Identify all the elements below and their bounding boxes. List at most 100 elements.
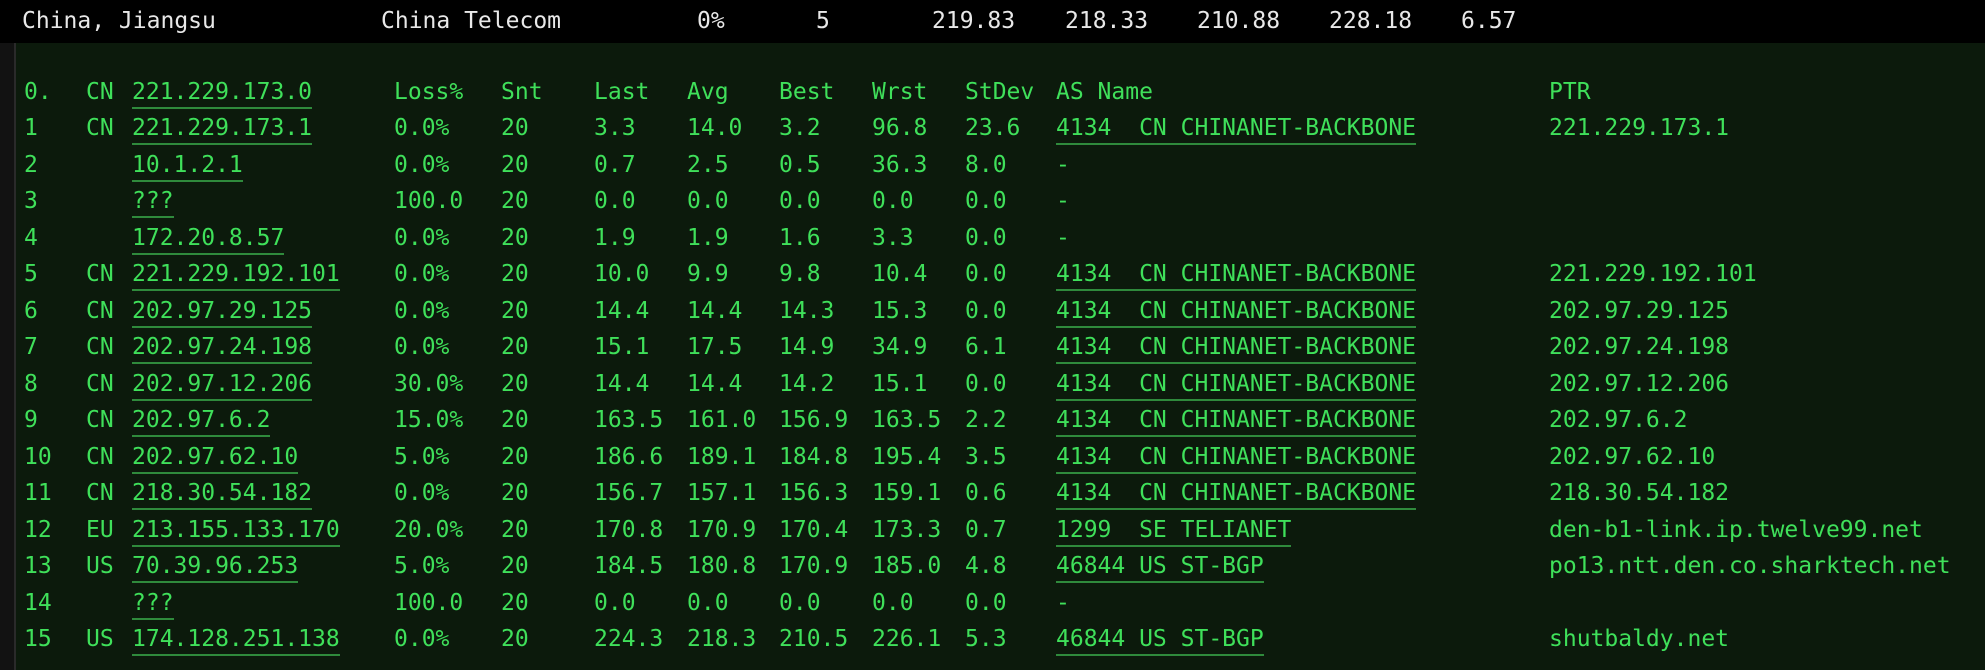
snt-cell: 20 — [501, 589, 529, 616]
snt-cell: 20 — [501, 516, 529, 543]
as-link[interactable]: 4134 CN CHINANET-BACKBONE — [1056, 478, 1417, 510]
ip-link[interactable]: 218.30.54.182 — [132, 478, 313, 510]
ptr-cell: den-b1-link.ip.twelve99.net — [1549, 516, 1923, 543]
country-code: CN — [86, 370, 114, 397]
snt-cell: 20 — [501, 370, 529, 397]
wrst-cell: 3.3 — [872, 224, 914, 251]
avg-cell: 14.4 — [687, 370, 743, 397]
avg-cell: 170.9 — [687, 516, 757, 543]
as-link[interactable]: 46844 US ST-BGP — [1056, 624, 1264, 656]
ip-link[interactable]: 202.97.24.198 — [132, 332, 313, 364]
hop-number: 1 — [24, 115, 38, 141]
table-row: 12 EU 213.155.133.170 20.0% 20 170.8 170.9 170.… — [16, 515, 1985, 551]
snt-cell: 20 — [501, 407, 529, 433]
loss-cell: 100.0 — [394, 188, 464, 214]
wrst-cell: 185.0 — [872, 553, 942, 579]
wrst-cell: 226.1 — [872, 626, 942, 652]
last-cell: 0.7 — [594, 151, 636, 178]
header-ip-link[interactable]: 221.229.173.0 — [132, 77, 313, 109]
table-row: 13 US 70.39.96.253 5.0% 20 184.5 180.8 170.9 185… — [16, 551, 1985, 587]
ip-link[interactable]: 202.97.12.206 — [132, 369, 313, 401]
as-link[interactable]: 4134 CN CHINANET-BACKBONE — [1056, 113, 1417, 145]
as-link[interactable]: 4134 CN CHINANET-BACKBONE — [1056, 259, 1417, 291]
last-cell: 14.4 — [594, 370, 650, 397]
country-code: CN — [86, 297, 114, 324]
ip-link[interactable]: 221.229.173.1 — [132, 113, 313, 145]
wrst-cell: 159.1 — [872, 480, 942, 506]
country-code: EU — [86, 516, 114, 543]
ip-link[interactable]: 221.229.192.101 — [132, 259, 340, 291]
wrst-cell: 0.0 — [872, 188, 914, 214]
as-link[interactable]: 4134 CN CHINANET-BACKBONE — [1056, 296, 1417, 328]
ip-link[interactable]: 202.97.62.10 — [132, 442, 299, 474]
hop-number: 11 — [24, 480, 52, 506]
ip-link[interactable]: 172.20.8.57 — [132, 223, 285, 255]
as-link[interactable]: 4134 CN CHINANET-BACKBONE — [1056, 442, 1417, 474]
avg-cell: 157.1 — [687, 480, 757, 506]
loss-cell: 0.0% — [394, 334, 450, 360]
ip-link[interactable]: 202.97.29.125 — [132, 296, 313, 328]
ip-link[interactable]: ??? — [132, 186, 174, 218]
as-link: - — [1056, 224, 1070, 251]
loss-cell: 5.0% — [394, 443, 450, 470]
ptr-cell: shutbaldy.net — [1549, 626, 1730, 652]
table-row: 1 CN 221.229.173.1 0.0% 20 3.3 14.0 3.2 96.8 23.6… — [16, 113, 1985, 149]
snt-cell: 20 — [501, 151, 529, 178]
snt-cell: 20 — [501, 224, 529, 251]
last-cell: 224.3 — [594, 626, 664, 652]
last-cell: 0.0 — [594, 589, 636, 616]
last-cell: 170.8 — [594, 516, 664, 543]
last-cell: 0.0 — [594, 188, 636, 214]
wrst-cell: 10.4 — [872, 261, 928, 287]
wrst-cell: 15.3 — [872, 297, 928, 324]
summary-loss: 0% — [697, 8, 725, 34]
wrst-cell: 96.8 — [872, 115, 928, 141]
stdev-cell: 5.3 — [965, 626, 1007, 652]
ptr-cell: 202.97.24.198 — [1549, 334, 1730, 360]
ip-link[interactable]: 174.128.251.138 — [132, 624, 340, 656]
ip-link[interactable]: 10.1.2.1 — [132, 150, 243, 182]
ip-link[interactable]: ??? — [132, 588, 174, 620]
stdev-cell: 0.0 — [965, 589, 1007, 616]
as-link[interactable]: 4134 CN CHINANET-BACKBONE — [1056, 369, 1417, 401]
as-link[interactable]: 1299 SE TELIANET — [1056, 515, 1292, 547]
loss-cell: 0.0% — [394, 151, 450, 178]
ip-link[interactable]: 213.155.133.170 — [132, 515, 340, 547]
ptr-cell: 202.97.62.10 — [1549, 443, 1716, 470]
ip-link[interactable]: 202.97.6.2 — [132, 405, 271, 437]
best-cell: 14.3 — [779, 297, 835, 324]
hop-number: 8 — [24, 370, 38, 397]
best-cell: 156.9 — [779, 407, 849, 433]
loss-cell: 0.0% — [394, 626, 450, 652]
ip-link[interactable]: 70.39.96.253 — [132, 551, 299, 583]
header-avg: Avg — [687, 79, 729, 105]
last-cell: 1.9 — [594, 224, 636, 251]
country-code: CN — [86, 334, 114, 360]
header-best: Best — [779, 79, 835, 105]
ptr-cell: 202.97.6.2 — [1549, 407, 1688, 433]
wrst-cell: 195.4 — [872, 443, 942, 470]
loss-cell: 30.0% — [394, 370, 464, 397]
snt-cell: 20 — [501, 553, 529, 579]
best-cell: 3.2 — [779, 115, 821, 141]
snt-cell: 20 — [501, 115, 529, 141]
avg-cell: 161.0 — [687, 407, 757, 433]
snt-cell: 20 — [501, 261, 529, 287]
country-code: US — [86, 626, 114, 652]
avg-cell: 218.3 — [687, 626, 757, 652]
table-row: 5 CN 221.229.192.101 0.0% 20 10.0 9.9 9.8 10.4 0.… — [16, 259, 1985, 295]
best-cell: 1.6 — [779, 224, 821, 251]
summary-best: 210.88 — [1197, 8, 1281, 34]
stdev-cell: 8.0 — [965, 151, 1007, 178]
as-link[interactable]: 4134 CN CHINANET-BACKBONE — [1056, 405, 1417, 437]
best-cell: 156.3 — [779, 480, 849, 506]
as-link[interactable]: 46844 US ST-BGP — [1056, 551, 1264, 583]
stdev-cell: 0.6 — [965, 480, 1007, 506]
stdev-cell: 23.6 — [965, 115, 1021, 141]
header-cc: CN — [86, 79, 114, 105]
loss-cell: 0.0% — [394, 224, 450, 251]
table-row: 6 CN 202.97.29.125 0.0% 20 14.4 14.4 14.3 15.3 0.… — [16, 296, 1985, 332]
as-link[interactable]: 4134 CN CHINANET-BACKBONE — [1056, 332, 1417, 364]
stdev-cell: 4.8 — [965, 553, 1007, 579]
snt-cell: 20 — [501, 626, 529, 652]
